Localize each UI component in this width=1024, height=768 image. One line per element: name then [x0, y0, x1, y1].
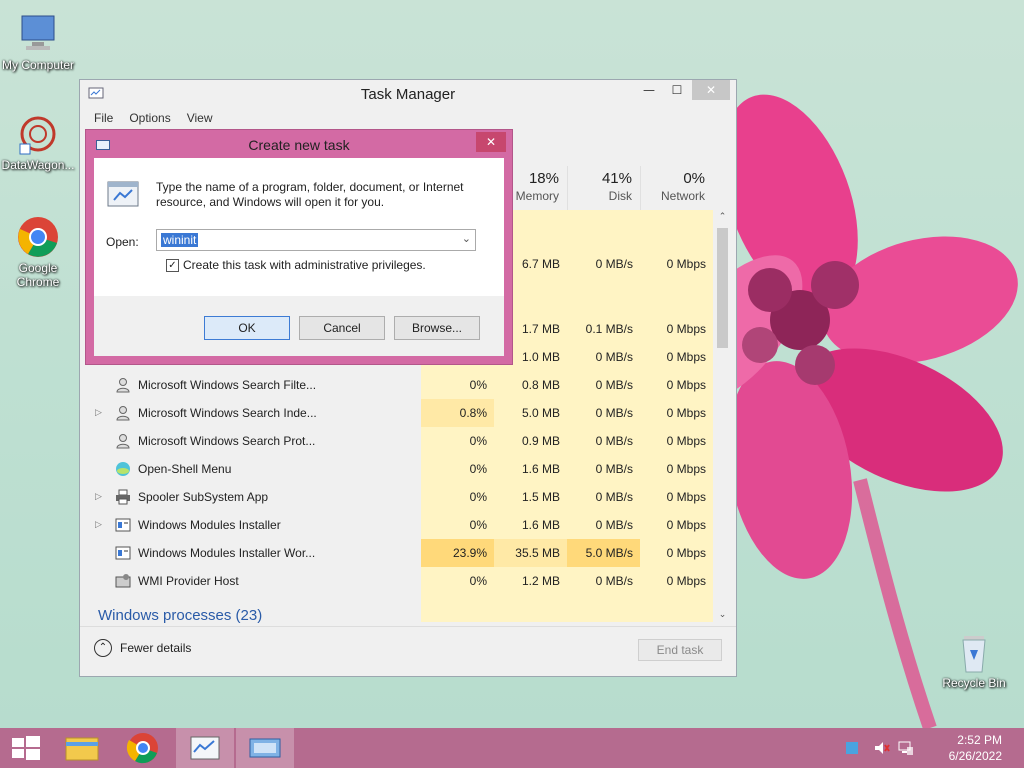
- taskbar: 2:52 PM 6/26/2022: [0, 728, 1024, 768]
- open-combobox[interactable]: wininit ⌄: [156, 229, 476, 251]
- open-label: Open:: [106, 235, 139, 249]
- installer-icon: [115, 546, 131, 560]
- open-input-value[interactable]: wininit: [161, 233, 199, 247]
- chrome-icon: [16, 215, 60, 259]
- scroll-up-icon[interactable]: ⌃: [715, 212, 730, 222]
- menu-file[interactable]: File: [94, 111, 113, 125]
- admin-privileges-checkbox[interactable]: ✓ Create this task with administrative p…: [166, 258, 426, 272]
- table-row[interactable]: Microsoft Windows Search Prot... 0% 0.9 …: [85, 427, 713, 455]
- table-row[interactable]: Open-Shell Menu 0% 1.6 MB 0 MB/s 0 Mbps: [85, 455, 713, 483]
- dialog-content-area: Type the name of a program, folder, docu…: [94, 158, 504, 296]
- desktop-icon-chrome[interactable]: Google Chrome: [0, 215, 76, 289]
- create-new-task-dialog[interactable]: Create new task ✕ Type the name of a pro…: [85, 129, 513, 365]
- dialog-titlebar[interactable]: Create new task ✕: [86, 130, 512, 158]
- desktop-icon-my-computer[interactable]: My Computer: [0, 12, 76, 72]
- run-program-icon: [107, 181, 139, 207]
- scroll-down-icon[interactable]: ⌄: [715, 610, 730, 620]
- dialog-title: Create new task: [248, 137, 350, 153]
- end-task-button[interactable]: End task: [638, 639, 722, 661]
- start-button[interactable]: [0, 728, 58, 768]
- table-row[interactable]: ▷ Windows Modules Installer 0% 1.6 MB 0 …: [85, 511, 713, 539]
- run-icon: [249, 738, 281, 758]
- table-row[interactable]: Microsoft Windows Search Filte... 0% 0.8…: [85, 371, 713, 399]
- open-shell-icon: [116, 462, 130, 476]
- expand-chevron-icon[interactable]: ▷: [95, 519, 103, 530]
- table-row[interactable]: Windows Modules Installer Wor... 23.9% 3…: [85, 539, 713, 567]
- column-network[interactable]: 0% Network: [640, 166, 713, 210]
- windows-processes-header: Windows processes (23): [98, 607, 263, 624]
- menu-options[interactable]: Options: [129, 111, 170, 125]
- computer-icon: [16, 12, 60, 56]
- user-service-icon: [116, 378, 130, 393]
- scrollbar-thumb[interactable]: [717, 228, 728, 348]
- user-service-icon: [116, 406, 130, 421]
- dialog-body: Type the name of a program, folder, docu…: [94, 158, 504, 356]
- fewer-details-button[interactable]: ⌃ Fewer details: [94, 639, 191, 657]
- folder-icon: [65, 737, 99, 761]
- system-clock[interactable]: 2:52 PM 6/26/2022: [949, 732, 1002, 764]
- taskbar-file-explorer[interactable]: [54, 728, 112, 768]
- taskbar-task-manager[interactable]: [176, 728, 234, 768]
- recycle-bin-icon: [952, 630, 996, 674]
- table-row[interactable]: WMI Provider Host 0% 1.2 MB 0 MB/s 0 Mbp…: [85, 567, 713, 595]
- dialog-close-button[interactable]: ✕: [476, 132, 506, 152]
- chevron-down-icon[interactable]: ⌄: [462, 232, 471, 245]
- checkmark-icon[interactable]: ✓: [166, 258, 179, 272]
- task-manager-icon: [190, 736, 220, 760]
- browse-button[interactable]: Browse...: [394, 316, 480, 340]
- chevron-up-icon: ⌃: [94, 639, 112, 657]
- menu-view[interactable]: View: [187, 111, 213, 125]
- column-disk[interactable]: 41% Disk: [567, 166, 640, 210]
- desktop-icon-recycle-bin[interactable]: Recycle Bin: [936, 630, 1012, 690]
- taskbar-chrome[interactable]: [114, 728, 172, 768]
- wmi-icon: [115, 574, 131, 588]
- windows-logo-icon: [12, 736, 40, 760]
- maximize-button[interactable]: ☐: [664, 80, 690, 100]
- menu-bar: File Options View: [80, 108, 736, 128]
- cancel-button[interactable]: Cancel: [299, 316, 385, 340]
- network-icon[interactable]: [898, 740, 914, 756]
- printer-icon: [116, 489, 130, 505]
- dialog-description: Type the name of a program, folder, docu…: [156, 180, 464, 209]
- minimize-button[interactable]: —: [636, 80, 662, 100]
- task-manager-footer: ⌃ Fewer details End task: [80, 626, 736, 676]
- datawagon-icon: [16, 112, 60, 156]
- notification-flag-icon[interactable]: [846, 742, 858, 754]
- speaker-muted-icon[interactable]: [874, 741, 890, 755]
- user-service-icon: [116, 434, 130, 449]
- expand-chevron-icon[interactable]: ▷: [95, 491, 103, 502]
- table-row[interactable]: ▷ Microsoft Windows Search Inde... 0.8% …: [85, 399, 713, 427]
- desktop-icon-datawagon[interactable]: DataWagon...: [0, 112, 76, 172]
- close-button[interactable]: ✕: [692, 80, 730, 100]
- ok-button[interactable]: OK: [204, 316, 290, 340]
- vertical-scrollbar[interactable]: ⌃ ⌄: [715, 210, 730, 622]
- expand-chevron-icon[interactable]: ▷: [95, 407, 103, 418]
- installer-icon: [115, 518, 131, 532]
- task-manager-titlebar[interactable]: Task Manager — ☐ ✕: [80, 80, 736, 108]
- taskbar-run-dialog[interactable]: [236, 728, 294, 768]
- table-row[interactable]: ▷ Spooler SubSystem App 0% 1.5 MB 0 MB/s…: [85, 483, 713, 511]
- chrome-icon: [126, 733, 158, 764]
